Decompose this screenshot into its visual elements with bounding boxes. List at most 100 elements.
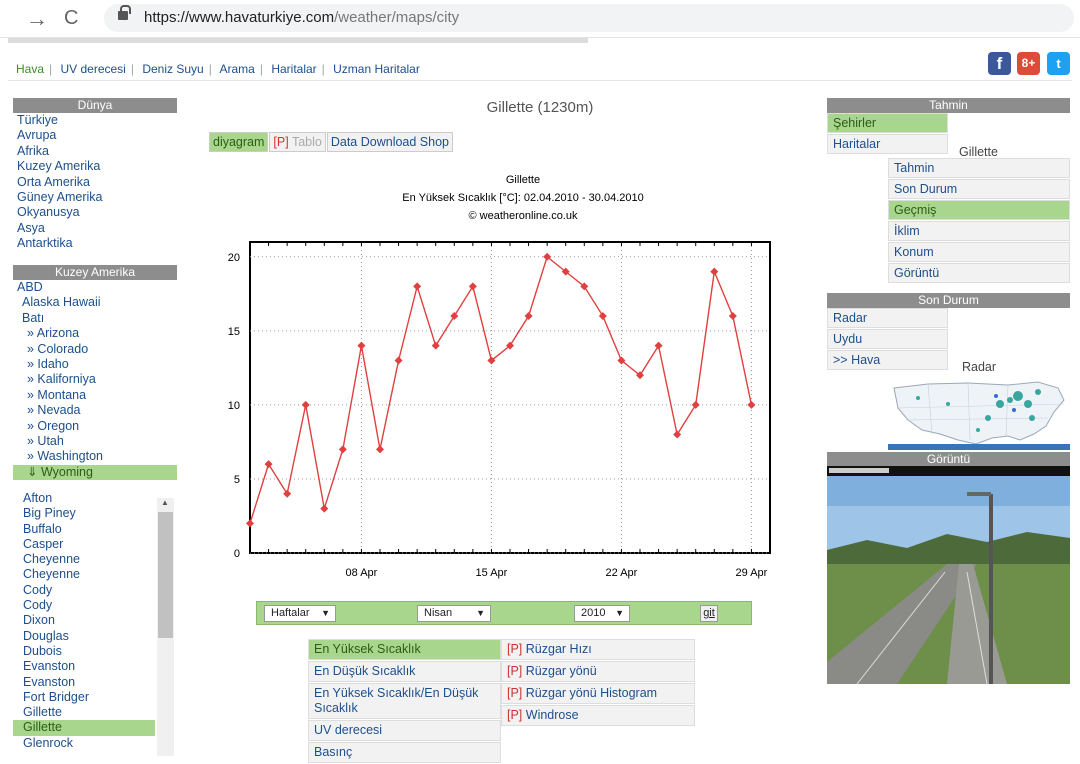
state-item-6[interactable]: » Oregon (13, 419, 177, 434)
state-item-4[interactable]: » Montana (13, 388, 177, 403)
link-uydu[interactable]: Uydu (827, 329, 948, 349)
region-alaska-hawaii[interactable]: Alaska Hawaii (13, 295, 177, 310)
world-item-7[interactable]: Asya (13, 221, 177, 236)
back-arrow-icon[interactable]: → (26, 6, 48, 32)
state-wyoming[interactable]: ⇓ Wyoming (13, 464, 177, 481)
city-item[interactable]: Douglas (13, 629, 155, 644)
nav-hava[interactable]: Hava (16, 62, 44, 76)
reload-icon[interactable]: C (64, 7, 78, 30)
nav-haritalar[interactable]: Haritalar (271, 62, 316, 76)
param-left-3[interactable]: UV derecesi (308, 720, 501, 741)
browser-toolbar: → C https://www.havaturkiye.com/weather/… (0, 0, 1080, 38)
world-item-3[interactable]: Kuzey Amerika (13, 159, 177, 174)
radar-map-image[interactable] (888, 374, 1070, 450)
url-text[interactable]: https://www.havaturkiye.com/weather/maps… (144, 9, 459, 26)
city-item[interactable]: Cheyenne (13, 567, 155, 582)
x-tick-label: 29 Apr (736, 567, 768, 579)
tab-sehirler[interactable]: Şehirler (827, 113, 948, 133)
twitter-icon[interactable]: t (1047, 52, 1070, 75)
city-item[interactable]: Cody (13, 583, 155, 598)
temperature-chart: Gillette En Yüksek Sıcaklık [°C]: 02.04.… (200, 165, 820, 585)
city-item[interactable]: Cody (13, 598, 155, 613)
city-menu-item-0[interactable]: Tahmin (888, 158, 1070, 178)
city-menu-item-4[interactable]: Konum (888, 242, 1070, 262)
state-item-3[interactable]: » Kaliforniya (13, 372, 177, 387)
nav-arama[interactable]: Arama (220, 62, 255, 76)
tab-tablo[interactable]: [P] Tablo (269, 132, 326, 152)
world-item-6[interactable]: Okyanusya (13, 205, 177, 220)
y-tick-label: 5 (234, 474, 240, 486)
city-item[interactable]: Evanston (13, 659, 155, 674)
world-item-5[interactable]: Güney Amerika (13, 190, 177, 205)
nav-uzman-haritalar[interactable]: Uzman Haritalar (333, 62, 420, 76)
state-item-2[interactable]: » Idaho (13, 357, 177, 372)
param-left-4[interactable]: Basınç (308, 742, 501, 763)
param-right-0[interactable]: [P] Rüzgar Hızı (501, 639, 695, 660)
state-item-1[interactable]: » Colorado (13, 342, 177, 357)
city-item[interactable]: Gillette (13, 720, 155, 736)
scroll-thumb[interactable] (158, 512, 173, 638)
premium-marker: [P] (507, 642, 523, 656)
world-item-2[interactable]: Afrika (13, 144, 177, 159)
year-select[interactable]: 2010 ▼ (574, 605, 630, 622)
region-bati[interactable]: Batı (13, 311, 177, 326)
state-item-5[interactable]: » Nevada (13, 403, 177, 418)
scroll-up-icon[interactable]: ▲ (161, 498, 169, 507)
param-label: Windrose (525, 708, 579, 722)
city-item[interactable]: Dubois (13, 644, 155, 659)
city-menu-item-3[interactable]: İklim (888, 221, 1070, 241)
link-radar[interactable]: Radar (827, 308, 948, 328)
month-select[interactable]: Nisan ▼ (417, 605, 491, 622)
city-item[interactable]: Evanston (13, 675, 155, 690)
param-right-1[interactable]: [P] Rüzgar yönü (501, 661, 695, 682)
city-item[interactable]: Cheyenne (13, 552, 155, 567)
city-item[interactable]: Gillette (13, 705, 155, 720)
premium-marker: [P] (507, 708, 523, 722)
city-item[interactable]: Fort Bridger (13, 690, 155, 705)
tab-data-download-shop[interactable]: Data Download Shop (326, 132, 453, 152)
state-item-8[interactable]: » Washington (13, 449, 177, 464)
world-item-1[interactable]: Avrupa (13, 128, 177, 143)
city-item[interactable]: Buffalo (13, 522, 155, 537)
period-select[interactable]: Haftalar ▼ (264, 605, 336, 622)
chart-svg: Gillette En Yüksek Sıcaklık [°C]: 02.04.… (228, 174, 771, 579)
current-header: Son Durum (827, 293, 1070, 308)
city-item[interactable]: Glenrock (13, 736, 155, 751)
city-item[interactable]: Dixon (13, 613, 155, 628)
forecast-header: Tahmin (827, 98, 1070, 113)
state-item-0[interactable]: » Arizona (13, 326, 177, 341)
go-button[interactable]: git (700, 605, 718, 622)
period-selector-bar: Haftalar ▼ Nisan ▼ 2010 ▼ git (256, 601, 752, 625)
param-left-2[interactable]: En Yüksek Sıcaklık/En Düşük Sıcaklık (308, 683, 501, 719)
city-menu-item-1[interactable]: Son Durum (888, 179, 1070, 199)
param-left-0[interactable]: En Yüksek Sıcaklık (308, 639, 501, 660)
city-menu: Tahmin Son Durum Geçmiş İklim Konum Görüntü (888, 158, 1070, 284)
nav-uv[interactable]: UV derecesi (60, 62, 125, 76)
webcam-image[interactable]: Görüntü (827, 452, 1070, 684)
world-item-0[interactable]: Türkiye (13, 113, 177, 128)
world-item-8[interactable]: Antarktika (13, 236, 177, 251)
chart-credit: © weatheronline.co.uk (468, 210, 578, 222)
city-menu-title: Gillette (959, 145, 998, 159)
google-plus-icon[interactable]: 8+ (1017, 52, 1040, 75)
city-item[interactable]: Afton (13, 491, 155, 506)
dropdown-arrow-icon: ▼ (615, 608, 624, 618)
world-item-4[interactable]: Orta Amerika (13, 175, 177, 190)
state-item-7[interactable]: » Utah (13, 434, 177, 449)
city-menu-item-2[interactable]: Geçmiş (888, 200, 1070, 220)
param-right-3[interactable]: [P] Windrose (501, 705, 695, 726)
tab-diyagram[interactable]: diyagram (209, 132, 269, 152)
param-left-1[interactable]: En Düşük Sıcaklık (308, 661, 501, 682)
city-menu-item-5[interactable]: Görüntü (888, 263, 1070, 283)
city-list-scrollbar[interactable]: ▲ (157, 498, 174, 756)
param-right-2[interactable]: [P] Rüzgar yönü Histogram (501, 683, 695, 704)
address-bar[interactable]: https://www.havaturkiye.com/weather/maps… (104, 4, 1074, 32)
city-item[interactable]: Big Piney (13, 506, 155, 521)
x-tick-label: 08 Apr (346, 567, 378, 579)
north-america-box: Kuzey Amerika ABD Alaska Hawaii Batı » A… (13, 265, 177, 481)
city-list[interactable]: Afton Big Piney Buffalo Casper Cheyenne Cheye… (13, 491, 177, 756)
nav-deniz-suyu[interactable]: Deniz Suyu (142, 62, 203, 76)
country-abd[interactable]: ABD (13, 280, 177, 295)
facebook-icon[interactable]: f (988, 52, 1011, 75)
city-item[interactable]: Casper (13, 537, 155, 552)
